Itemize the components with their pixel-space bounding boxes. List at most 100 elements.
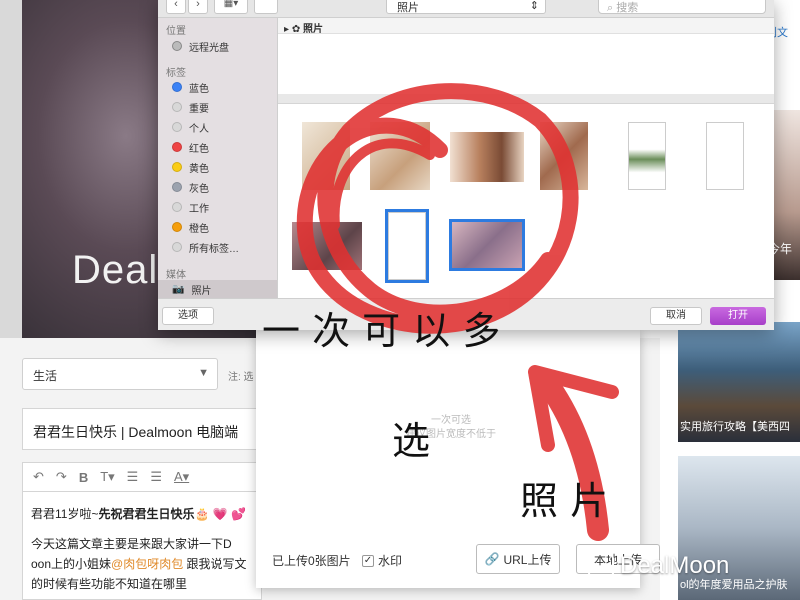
- title-input[interactable]: 君君生日快乐 | Dealmoon 电脑端: [22, 408, 262, 450]
- text-size-icon[interactable]: T▾: [100, 469, 114, 485]
- sidebar-item-tag[interactable]: 灰色: [172, 180, 209, 195]
- redo-icon[interactable]: ↷: [56, 469, 67, 485]
- sidebar-section-locations: 位置: [166, 26, 186, 37]
- options-button[interactable]: 选项: [162, 307, 214, 325]
- screenshot-thumbnail[interactable]: [628, 122, 666, 190]
- screenshot-thumbnail-selected[interactable]: [385, 209, 429, 283]
- editor-text: 今天这篇文章主要是来跟大家讲一下D: [31, 537, 232, 551]
- sidebar-item-tag[interactable]: 蓝色: [172, 80, 209, 95]
- updown-chevron-icon: ⇕: [529, 0, 539, 12]
- thumbnail-caption: 实用旅行攻略【美西四: [680, 421, 790, 433]
- sidebar-item-label: 所有标签…: [189, 243, 239, 255]
- photo-thumbnail[interactable]: [292, 222, 362, 270]
- sidebar-item-label: 黄色: [189, 163, 209, 175]
- path-label: 照片: [302, 24, 323, 35]
- tag-color-dot-icon: [172, 102, 182, 112]
- picker-sidebar: 位置 远程光盘 标签 蓝色重要个人红色黄色灰色工作橙色所有标签… 媒体 📷 照片: [158, 18, 278, 298]
- new-folder-button[interactable]: [254, 0, 278, 14]
- upload-status: 已上传0张图片: [272, 554, 351, 568]
- photo-browser: ▸ ✿ 照片: [278, 18, 774, 298]
- editor-text-bold: 先祝君君生日快乐: [98, 507, 195, 521]
- photo-thumbnail-selected[interactable]: [449, 219, 525, 271]
- sidebar-item-tag[interactable]: 重要: [172, 100, 209, 115]
- file-picker-dialog: ‹ › ▦▾ 照片 ⇕ ⌕ 搜索 位置 远程光盘 标签 蓝色重要个人红色黄色灰色…: [158, 0, 774, 330]
- sidebar-item-tag[interactable]: 黄色: [172, 160, 209, 175]
- sidebar-item-label: 橙色: [189, 223, 209, 235]
- sidebar-item-tag[interactable]: 红色: [172, 140, 209, 155]
- search-icon: ⌕: [607, 2, 617, 14]
- tag-color-dot-icon: [172, 162, 182, 172]
- tag-color-dot-icon: [172, 142, 182, 152]
- editor-text: oon上的小姐妹: [31, 557, 112, 571]
- link-icon: 🔗: [484, 552, 500, 566]
- undo-icon[interactable]: ↶: [33, 469, 44, 485]
- sidebar-item-label: 个人: [189, 123, 209, 135]
- forward-button[interactable]: ›: [188, 0, 208, 14]
- screenshot-thumbnail[interactable]: [706, 122, 744, 190]
- emoji-text: 🎂 💗 💕: [194, 507, 246, 521]
- watermark-label: 水印: [378, 554, 403, 568]
- tag-color-dot-icon: [172, 202, 182, 212]
- sidebar-item-label: 重要: [189, 103, 209, 115]
- sidebar-item-tag[interactable]: 工作: [172, 200, 209, 215]
- back-button[interactable]: ‹: [166, 0, 186, 14]
- thumbnail-caption: ol的年度爱用品之护肤: [680, 579, 788, 591]
- bullet-list-icon[interactable]: ☰: [150, 469, 162, 485]
- category-note: 注: 选: [228, 372, 254, 383]
- category-select[interactable]: 生活 ▼: [22, 358, 218, 390]
- photo-thumbnail[interactable]: [302, 122, 350, 190]
- location-select[interactable]: 照片 ⇕: [386, 0, 546, 14]
- camera-icon: 📷: [172, 283, 185, 295]
- tag-color-dot-icon: [172, 122, 182, 132]
- editor-toolbar: ↶ ↷ B T▾ ☰ ☰ A▾: [22, 462, 262, 492]
- disclosure-triangle-icon[interactable]: ▸: [284, 24, 289, 35]
- tag-color-dot-icon: [172, 182, 182, 192]
- checkbox-icon[interactable]: ✓: [362, 554, 374, 567]
- sidebar-item-label: 远程光盘: [189, 42, 229, 54]
- upload-hint-line: 一次可选: [431, 415, 471, 426]
- photo-thumbnail[interactable]: [370, 122, 430, 190]
- watermark-checkbox[interactable]: ✓ 水印: [362, 552, 402, 569]
- sidebar-item-label: 红色: [189, 143, 209, 155]
- grid-view-icon: ▦▾: [223, 0, 239, 9]
- local-upload-button[interactable]: 本地上传: [576, 544, 660, 574]
- url-upload-button[interactable]: 🔗 URL上传: [476, 544, 560, 574]
- search-input[interactable]: ⌕ 搜索: [598, 0, 766, 14]
- sidebar-item-tag[interactable]: 所有标签…: [172, 240, 239, 255]
- sidebar-section-media: 媒体: [166, 270, 186, 281]
- upload-dialog: 一次可选 建议图片宽度不低于 已上传0张图片 ✓ 水印 🔗 URL上传 本地上传: [256, 330, 660, 588]
- sidebar-item-label: 灰色: [189, 183, 209, 195]
- sidebar-item-label: 工作: [189, 203, 209, 215]
- tag-color-dot-icon: [172, 242, 182, 252]
- tag-color-dot-icon: [172, 82, 182, 92]
- upload-hint: 一次可选 建议图片宽度不低于: [406, 414, 496, 442]
- sidebar-item-photos[interactable]: 📷 照片: [158, 280, 277, 298]
- local-upload-label: 本地上传: [593, 552, 642, 567]
- view-mode-button[interactable]: ▦▾: [214, 0, 248, 14]
- path-bar: ▸ ✿ 照片: [278, 18, 774, 35]
- url-upload-label: URL上传: [503, 552, 552, 567]
- cancel-button[interactable]: 取消: [650, 307, 702, 325]
- sidebar-item-label: 照片: [191, 285, 212, 297]
- hero-text: Deal: [72, 248, 159, 292]
- photos-library-icon: ✿: [291, 24, 301, 35]
- photo-thumbnail[interactable]: [450, 132, 524, 182]
- open-button[interactable]: 打开: [710, 307, 766, 325]
- sidebar-item-tag[interactable]: 个人: [172, 120, 209, 135]
- editor-body[interactable]: 君君11岁啦~先祝君君生日快乐🎂 💗 💕 今天这篇文章主要是来跟大家讲一下D o…: [22, 492, 262, 600]
- sidebar-item-label: 蓝色: [189, 83, 209, 95]
- font-color-icon[interactable]: A▾: [174, 469, 189, 485]
- upload-hint-line: 建议图片宽度不低于: [406, 429, 496, 440]
- picker-footer: 选项 取消 打开: [158, 298, 774, 330]
- category-value: 生活: [33, 369, 58, 383]
- mention-link[interactable]: @肉包呀肉包: [111, 557, 183, 571]
- sidebar-item-tag[interactable]: 橙色: [172, 220, 209, 235]
- bold-icon[interactable]: B: [79, 470, 88, 485]
- ordered-list-icon[interactable]: ☰: [127, 469, 139, 485]
- sidebar-item-remote-disc[interactable]: 远程光盘: [172, 39, 229, 54]
- location-value: 照片: [397, 2, 419, 14]
- tag-color-dot-icon: [172, 222, 182, 232]
- sidebar-section-tags: 标签: [166, 68, 186, 79]
- photo-thumbnail[interactable]: [540, 122, 588, 190]
- editor-text: 君君11岁啦~: [31, 507, 99, 521]
